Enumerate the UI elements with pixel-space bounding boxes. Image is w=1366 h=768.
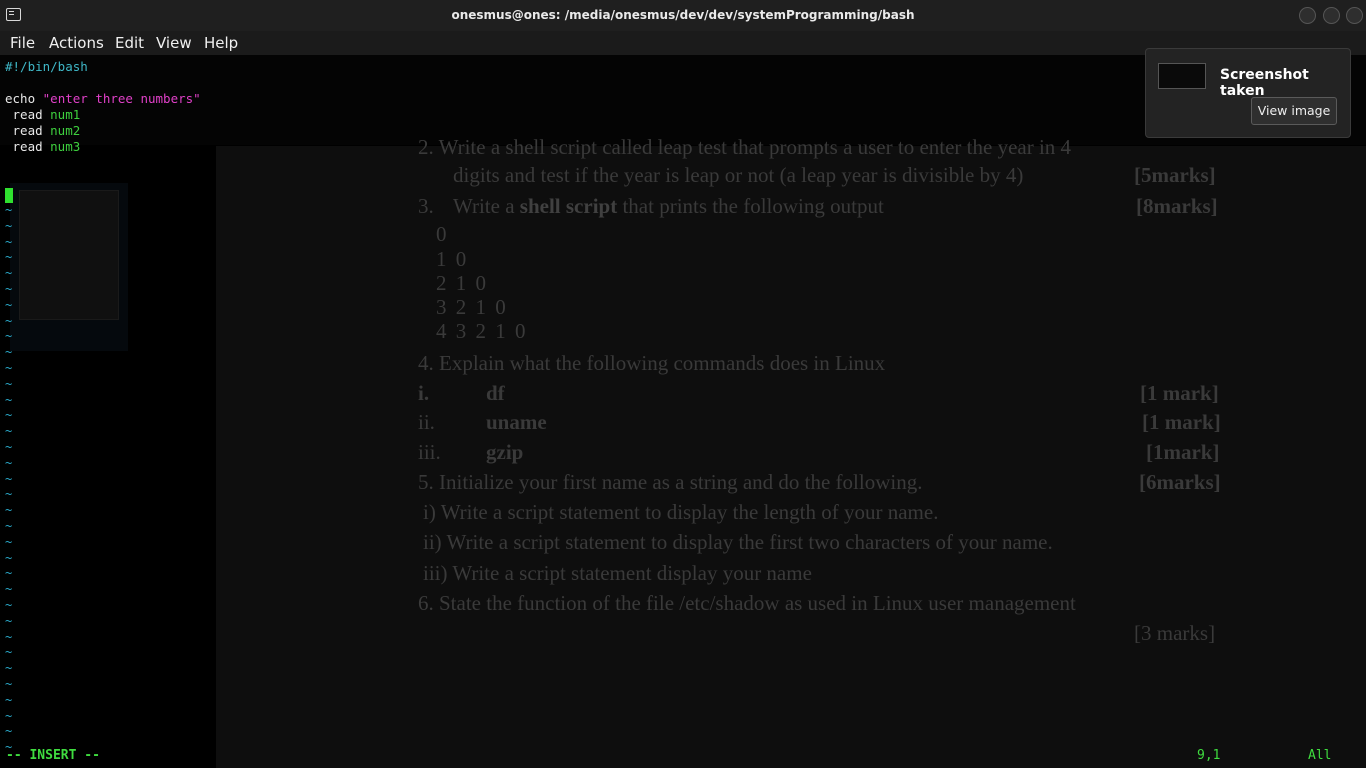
menu-view[interactable]: View xyxy=(156,34,192,52)
doc-pattern-line: 4 3 2 1 0 xyxy=(436,319,528,343)
doc-q3-pre: Write a xyxy=(453,194,520,218)
tilde-marker: ~ xyxy=(5,677,13,691)
doc-q4-item-marks: [1 mark] xyxy=(1140,381,1219,405)
tilde-marker: ~ xyxy=(5,534,13,549)
tilde-marker: ~ xyxy=(5,345,13,360)
doc-q5-item: i) Write a script statement to display t… xyxy=(423,500,939,524)
editor-line-4: read num1 xyxy=(5,107,81,123)
doc-q4-item-cmd: df xyxy=(486,381,505,405)
shebang-comment: #!/bin/bash xyxy=(5,59,88,74)
scroll-indicator: All xyxy=(1308,748,1332,763)
tilde-marker: ~ xyxy=(5,613,13,628)
view-image-button[interactable]: View image xyxy=(1251,97,1337,125)
doc-q3-num: 3. xyxy=(418,194,434,218)
tilde-marker: ~ xyxy=(5,408,13,423)
doc-q4-item-cmd: uname xyxy=(486,410,547,434)
echo-string: "enter three numbers" xyxy=(42,91,201,106)
menu-actions[interactable]: Actions xyxy=(49,34,104,52)
tilde-marker: ~ xyxy=(5,218,13,233)
tilde-marker: ~ xyxy=(5,661,13,676)
doc-q6-marks: [3 marks] xyxy=(1134,621,1216,645)
read-variable: num2 xyxy=(50,123,81,138)
doc-pattern-line: 1 0 xyxy=(436,247,469,271)
menu-help[interactable]: Help xyxy=(204,34,238,52)
read-variable: num3 xyxy=(50,139,81,154)
tilde-marker: ~ xyxy=(5,471,13,486)
doc-pattern-line: 2 1 0 xyxy=(436,271,488,295)
notification-title: Screenshot taken xyxy=(1220,67,1309,99)
doc-q3-post: that prints the following output xyxy=(617,194,884,218)
doc-q4-item-marks: [1 mark] xyxy=(1142,410,1221,434)
screenshot-thumbnail[interactable] xyxy=(1158,63,1206,89)
doc-q5: 5. Initialize your first name as a strin… xyxy=(418,470,923,494)
cursor-position: 9,1 xyxy=(1197,748,1221,763)
doc-q2-line1: 2. Write a shell script called leap test… xyxy=(418,135,1072,159)
echo-keyword: echo xyxy=(5,91,43,106)
tilde-marker: ~ xyxy=(5,550,13,565)
title-bar: onesmus@ones: /media/onesmus/dev/dev/sys… xyxy=(0,0,1366,31)
doc-q4-item-num: ii. xyxy=(418,410,435,434)
maximize-button[interactable] xyxy=(1323,7,1340,24)
tilde-marker: ~ xyxy=(5,692,13,707)
tilde-marker: ~ xyxy=(5,519,13,533)
tilde-marker: ~ xyxy=(5,266,13,281)
read-keyword: read xyxy=(5,107,51,122)
vim-status-line: -- INSERT -- 9,1 All xyxy=(0,746,1366,766)
editor-line-6: read num3 xyxy=(5,139,81,155)
close-button[interactable] xyxy=(1346,7,1363,24)
tilde-marker: ~ xyxy=(5,329,13,344)
tilde-marker: ~ xyxy=(5,234,13,249)
doc-pattern-line: 3 2 1 0 xyxy=(436,295,508,319)
read-keyword: read xyxy=(5,123,51,138)
read-keyword: read xyxy=(5,139,51,154)
text-cursor xyxy=(5,188,13,203)
tilde-marker: ~ xyxy=(5,361,13,375)
doc-q3-marks: [8marks] xyxy=(1136,194,1218,218)
doc-q5-item: iii) Write a script statement display yo… xyxy=(423,561,812,585)
doc-q2-marks: [5marks] xyxy=(1134,163,1216,187)
doc-q4: 4. Explain what the following commands d… xyxy=(418,351,886,375)
tilde-marker: ~ xyxy=(5,598,13,612)
menu-file[interactable]: File xyxy=(10,34,35,52)
read-variable: num1 xyxy=(50,107,81,122)
doc-q4-item-num: iii. xyxy=(418,440,441,464)
doc-pattern-line: 0 xyxy=(436,222,449,246)
doc-q6: 6. State the function of the file /etc/s… xyxy=(418,591,1076,615)
menu-edit[interactable]: Edit xyxy=(115,34,144,52)
doc-q4-item-cmd: gzip xyxy=(486,440,524,464)
tilde-marker: ~ xyxy=(5,424,13,439)
tilde-marker: ~ xyxy=(5,503,13,518)
tilde-marker: ~ xyxy=(5,392,13,407)
minimize-button[interactable] xyxy=(1299,7,1316,24)
editor-line-1: #!/bin/bash xyxy=(5,59,88,75)
tilde-marker: ~ xyxy=(5,582,13,597)
doc-q2-line2: digits and test if the year is leap or n… xyxy=(453,163,1024,187)
doc-q5-marks: [6marks] xyxy=(1139,470,1221,494)
doc-q4-item-num: i. xyxy=(418,381,430,405)
screenshot-notification: Screenshot taken View image xyxy=(1145,48,1351,138)
tilde-marker: ~ xyxy=(5,376,13,391)
editor-line-5: read num2 xyxy=(5,123,81,139)
tilde-marker: ~ xyxy=(5,724,13,739)
window-title: onesmus@ones: /media/onesmus/dev/dev/sys… xyxy=(451,8,915,22)
tilde-marker: ~ xyxy=(5,440,13,454)
doc-q4-item-marks: [1mark] xyxy=(1146,440,1220,464)
doc-q3-bold: shell script xyxy=(519,194,618,218)
insert-mode-indicator: -- INSERT -- xyxy=(6,748,100,763)
tilde-marker: ~ xyxy=(5,250,13,265)
tilde-marker: ~ xyxy=(5,455,13,470)
tilde-marker: ~ xyxy=(5,566,13,581)
doc-q5-item: ii) Write a script statement to display … xyxy=(423,530,1053,554)
tilde-marker: ~ xyxy=(5,629,13,644)
tilde-marker: ~ xyxy=(5,487,13,502)
editor-line-3: echo "enter three numbers" xyxy=(5,91,201,107)
tilde-marker: ~ xyxy=(5,297,13,312)
tilde-marker: ~ xyxy=(5,645,13,660)
background-page-thumbnail xyxy=(19,190,119,320)
tilde-marker: ~ xyxy=(5,203,13,217)
doc-q3: 3. Write a shell script that prints the … xyxy=(418,194,884,219)
tilde-marker: ~ xyxy=(5,282,13,296)
tilde-marker: ~ xyxy=(5,313,13,328)
tilde-marker: ~ xyxy=(5,708,13,723)
